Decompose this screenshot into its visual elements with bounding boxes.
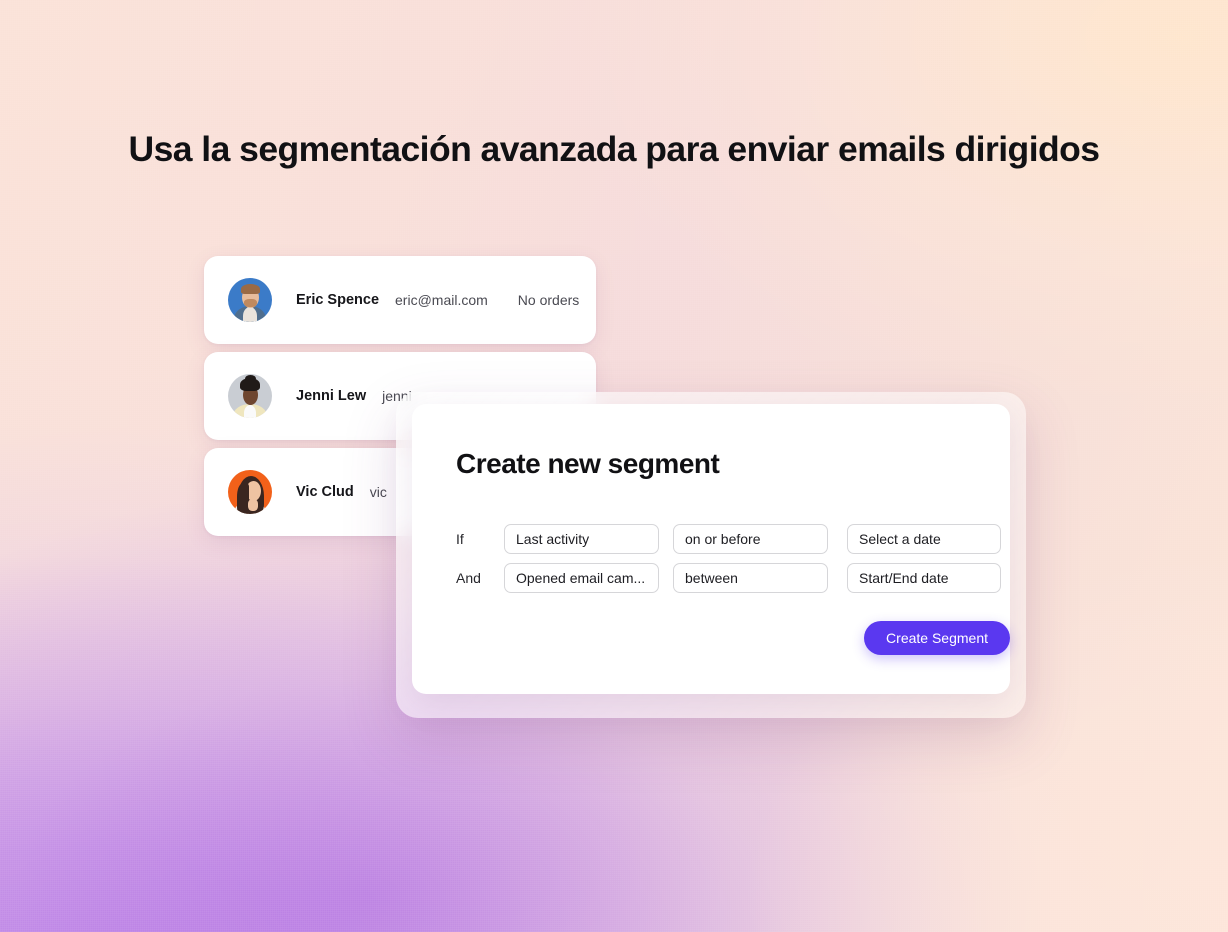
create-segment-modal: Create new segment If Last activity on o… — [412, 404, 1010, 694]
avatar-eric-spence — [228, 278, 272, 322]
segment-rule-list: If Last activity on or before Select a d… — [456, 524, 1010, 593]
modal-title: Create new segment — [456, 448, 720, 479]
contact-orders: No orders — [517, 292, 580, 308]
contact-name: Eric Spence — [296, 292, 380, 308]
create-segment-button[interactable]: Create Segment — [864, 621, 1010, 655]
contact-card-eric-spence[interactable]: Eric Spence eric@mail.com No orders — [204, 256, 596, 344]
rule-conjunction: And — [456, 570, 481, 586]
modal-actions: Create Segment — [456, 621, 1010, 655]
rule-attribute-select[interactable]: Last activity — [504, 524, 659, 554]
rule-value-input[interactable]: Start/End date — [847, 563, 1001, 593]
contact-name: Jenni Lew — [296, 388, 367, 404]
rule-value-input[interactable]: Select a date — [847, 524, 1001, 554]
rule-attribute-select[interactable]: Opened email cam... — [504, 563, 659, 593]
contact-email: vic — [369, 484, 387, 500]
rule-operator-select[interactable]: on or before — [673, 524, 828, 554]
create-segment-modal-frame: Create new segment If Last activity on o… — [396, 392, 1026, 718]
segment-rule-row-1: If Last activity on or before Select a d… — [456, 524, 1010, 554]
rule-operator-select[interactable]: between — [673, 563, 828, 593]
page-headline: Usa la segmentación avanzada para enviar… — [128, 129, 1101, 169]
segment-rule-row-2: And Opened email cam... between Start/En… — [456, 563, 1010, 593]
rule-conjunction: If — [456, 531, 464, 547]
contact-name: Vic Clud — [296, 484, 354, 500]
contact-email: eric@mail.com — [395, 292, 488, 308]
avatar-jenni-lew — [228, 374, 272, 418]
avatar-vic-clud — [228, 470, 272, 514]
